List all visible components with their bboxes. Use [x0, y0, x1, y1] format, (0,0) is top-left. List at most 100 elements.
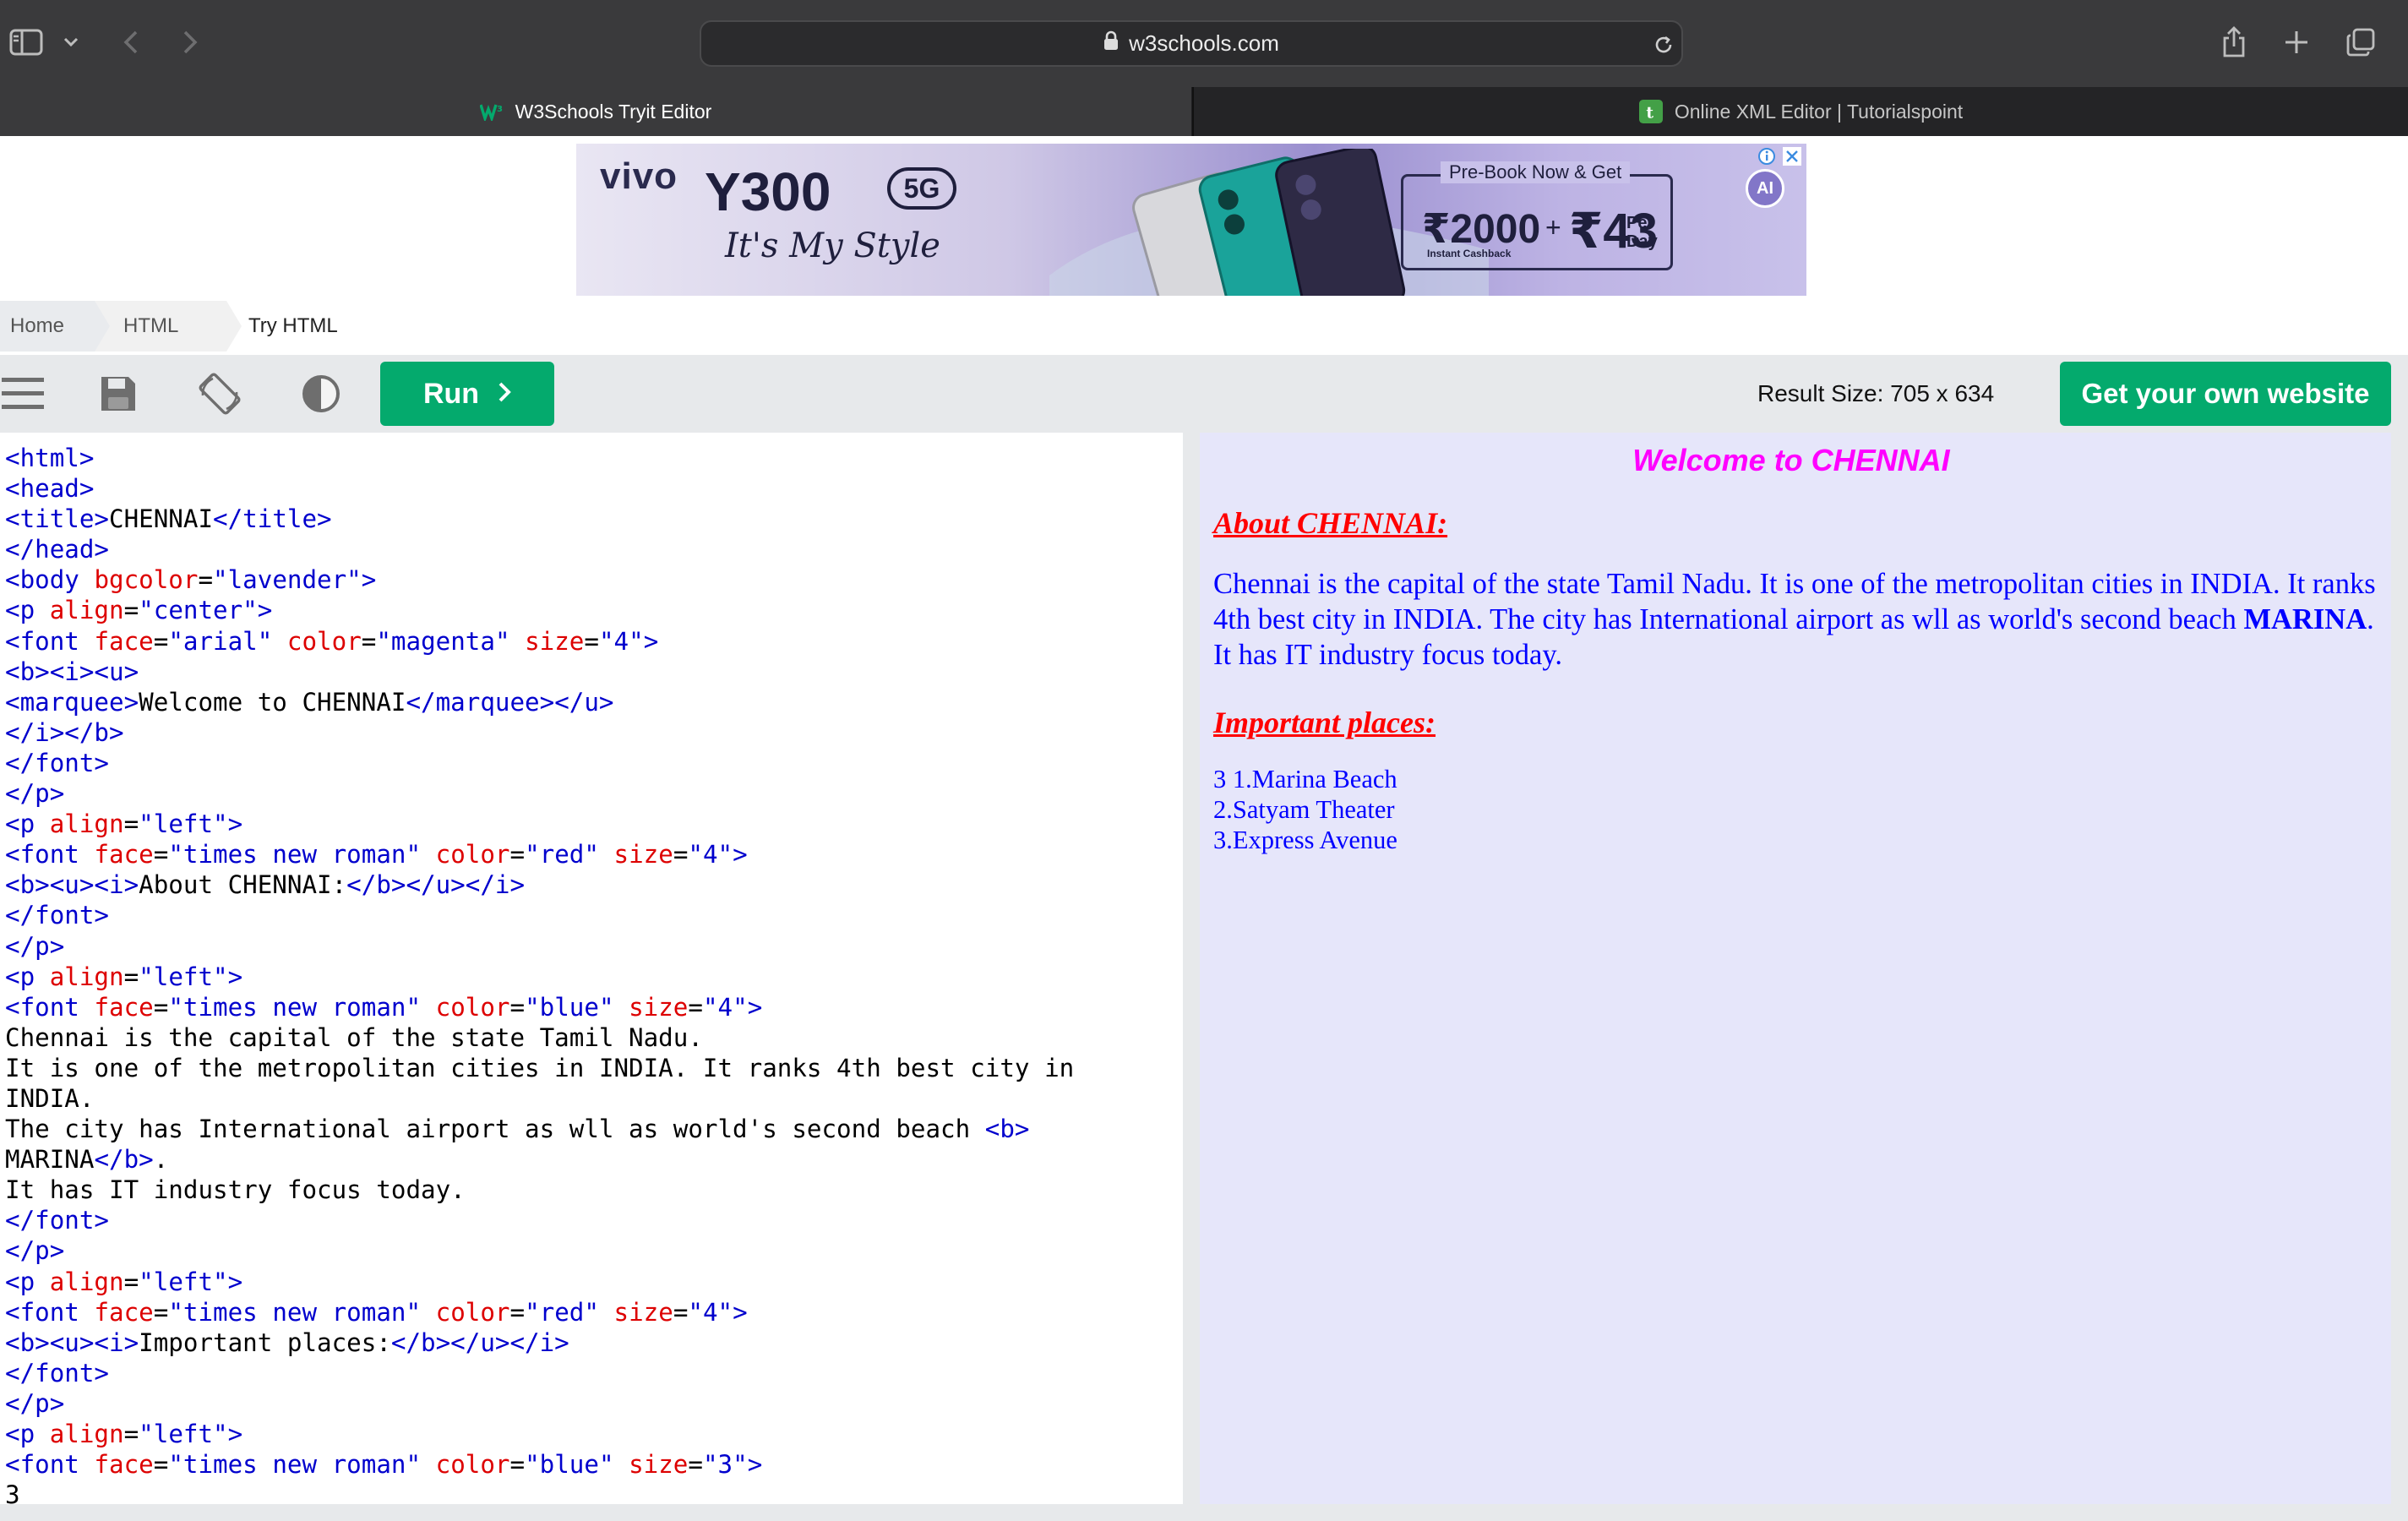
code-line[interactable]: </p>: [5, 1388, 1074, 1419]
code-line[interactable]: </p>: [5, 931, 1074, 962]
code-token: <b>: [984, 1115, 1030, 1144]
save-icon[interactable]: [95, 370, 142, 417]
code-line[interactable]: </p>: [5, 778, 1074, 809]
code-line[interactable]: 3: [5, 1480, 1074, 1504]
ad-tagline: It's My Style: [725, 226, 940, 265]
result-frame[interactable]: Welcome to CHENNAI About CHENNAI: Chenna…: [1200, 433, 2391, 1504]
code-token: INDIA.: [5, 1083, 95, 1113]
breadcrumb-home[interactable]: Home: [0, 301, 110, 352]
code-token: "center": [139, 596, 258, 625]
sidebar-toggle-icon[interactable]: [8, 27, 44, 57]
code-token: </b></u></i>: [346, 870, 526, 900]
share-icon[interactable]: [2219, 24, 2249, 61]
tab-w3schools[interactable]: 3 W3Schools Tryit Editor: [0, 87, 1191, 136]
reload-icon[interactable]: [1651, 32, 1676, 57]
advertisement-banner[interactable]: vivo Y300 5G It's My Style Pre-Book Now …: [576, 144, 1806, 296]
code-line[interactable]: <font face="arial" color="magenta" size=…: [5, 626, 1074, 657]
code-line[interactable]: </font>: [5, 900, 1074, 930]
rotate-layout-icon[interactable]: [196, 370, 243, 417]
ad-info-icon[interactable]: [1756, 145, 1778, 167]
code-line[interactable]: </font>: [5, 1205, 1074, 1235]
ad-close-icon[interactable]: [1781, 145, 1803, 167]
code-token: "lavender": [213, 565, 362, 595]
code-line[interactable]: It is one of the metropolitan cities in …: [5, 1053, 1074, 1083]
code-line[interactable]: </i></b>: [5, 717, 1074, 748]
code-line[interactable]: <p align="center">: [5, 595, 1074, 625]
back-icon[interactable]: [118, 25, 144, 59]
tab-bar: 3 W3Schools Tryit Editor t Online XML Ed…: [0, 87, 2408, 136]
code-token: "left": [139, 1420, 228, 1448]
w3schools-favicon: 3: [479, 100, 504, 123]
address-bar[interactable]: w3schools.com: [700, 20, 1683, 67]
code-token: align: [49, 1420, 124, 1448]
code-line[interactable]: <font face="times new roman" color="red"…: [5, 1297, 1074, 1327]
code-token: </b>: [94, 1145, 154, 1175]
code-token: =: [673, 1297, 689, 1327]
code-line[interactable]: <title>CHENNAI</title>: [5, 504, 1074, 534]
code-token: "4": [688, 840, 733, 870]
forward-icon[interactable]: [177, 25, 203, 59]
code-line[interactable]: </p>: [5, 1235, 1074, 1266]
code-line[interactable]: <b><i><u>: [5, 657, 1074, 687]
breadcrumb-html[interactable]: HTML: [95, 301, 242, 352]
code-token: <b><u><i>: [5, 870, 139, 900]
svg-text:3: 3: [497, 105, 503, 114]
code-line[interactable]: </font>: [5, 1358, 1074, 1388]
code-token: face: [94, 1297, 154, 1327]
code-line[interactable]: <font face="times new roman" color="blue…: [5, 1449, 1074, 1480]
result-places-list: 3 1.Marina Beach 2.Satyam Theater 3.Expr…: [1213, 764, 1397, 855]
code-line[interactable]: <b><u><i>About CHENNAI:</b></u></i>: [5, 870, 1074, 900]
code-token: =: [509, 840, 526, 870]
code-token: color: [286, 626, 362, 656]
code-line[interactable]: <font face="times new roman" color="red"…: [5, 839, 1074, 870]
code-line[interactable]: <p align="left">: [5, 1419, 1074, 1449]
code-token: =: [153, 1297, 169, 1327]
new-tab-icon[interactable]: [2281, 27, 2312, 57]
ad-ai-badge[interactable]: AI: [1746, 169, 1784, 208]
code-token: </marquee></u>: [406, 687, 614, 717]
code-line[interactable]: It has IT industry focus today.: [5, 1175, 1074, 1205]
code-token: Chennai is the capital of the state Tami…: [5, 1022, 703, 1052]
code-line[interactable]: <b><u><i>Important places:</b></u></i>: [5, 1327, 1074, 1358]
menu-icon[interactable]: [0, 370, 47, 417]
code-line[interactable]: <p align="left">: [5, 809, 1074, 839]
code-line[interactable]: MARINA</b>.: [5, 1144, 1074, 1175]
url-text: w3schools.com: [1129, 30, 1279, 56]
code-line[interactable]: The city has International airport as wl…: [5, 1114, 1074, 1144]
code-line[interactable]: </font>: [5, 748, 1074, 778]
get-own-website-button[interactable]: Get your own website: [2060, 362, 2391, 426]
code-token: >: [643, 626, 659, 656]
code-token: CHENNAI: [109, 504, 214, 534]
code-line[interactable]: <marquee>Welcome to CHENNAI</marquee></u…: [5, 687, 1074, 717]
code-token: "3": [702, 1450, 748, 1480]
code-line[interactable]: <head>: [5, 473, 1074, 504]
code-line[interactable]: <font face="times new roman" color="blue…: [5, 992, 1074, 1022]
tab-overview-icon[interactable]: [2344, 25, 2378, 59]
code-line[interactable]: <p align="left">: [5, 1267, 1074, 1297]
tab-tutorialspoint[interactable]: t Online XML Editor | Tutorialspoint: [1192, 87, 2408, 136]
code-line[interactable]: <p align="left">: [5, 962, 1074, 992]
code-editor[interactable]: <html> <head> <title>CHENNAI</title> </head…: [0, 433, 1183, 1504]
code-line[interactable]: INDIA.: [5, 1083, 1074, 1114]
code-token: =: [153, 992, 169, 1022]
code-token: align: [49, 810, 124, 839]
code-token: MARINA: [5, 1145, 95, 1175]
code-token: >: [227, 810, 243, 839]
result-place-item: 2.Satyam Theater: [1213, 795, 1395, 824]
code-text[interactable]: <html> <head> <title>CHENNAI</title> </head…: [5, 443, 1074, 1504]
code-line[interactable]: </head>: [5, 534, 1074, 564]
code-line[interactable]: <body bgcolor="lavender">: [5, 564, 1074, 595]
code-token: </b></u></i>: [390, 1327, 569, 1357]
code-token: >: [227, 1420, 243, 1448]
ad-offer-title: Pre-Book Now & Get: [1441, 161, 1631, 183]
run-button[interactable]: Run: [380, 362, 554, 426]
code-line[interactable]: <html>: [5, 443, 1074, 473]
contrast-icon[interactable]: [297, 370, 345, 417]
code-token: <p: [5, 1267, 50, 1296]
code-token: <font: [5, 1450, 95, 1480]
code-token: Welcome to CHENNAI: [139, 687, 406, 717]
editor-toolbar: Run Result Size: 705 x 634 Get your own …: [0, 355, 2408, 433]
code-line[interactable]: Chennai is the capital of the state Tami…: [5, 1022, 1074, 1053]
chevron-down-icon[interactable]: [61, 32, 81, 52]
